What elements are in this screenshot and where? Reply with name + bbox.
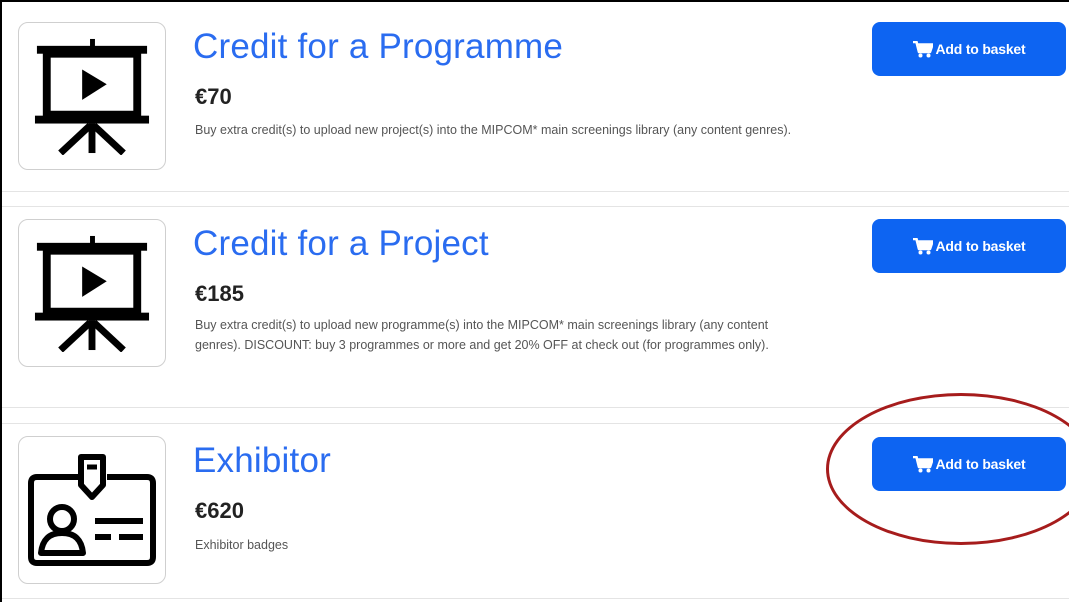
cart-icon (912, 455, 933, 472)
product-description: Buy extra credit(s) to upload new projec… (195, 123, 792, 137)
product-title[interactable]: Credit for a Project (193, 224, 489, 264)
divider (2, 191, 1069, 192)
divider (2, 423, 1069, 424)
presentation-screen-icon (34, 38, 150, 155)
id-badge-icon (28, 454, 156, 566)
product-title[interactable]: Exhibitor (193, 441, 331, 481)
add-to-basket-button[interactable]: Add to basket (872, 22, 1066, 76)
divider (2, 407, 1069, 408)
add-to-basket-button[interactable]: Add to basket (872, 219, 1066, 273)
product-price: €620 (195, 498, 244, 523)
presentation-screen-icon (34, 235, 150, 352)
product-description: Buy extra credit(s) to upload new progra… (195, 318, 769, 352)
product-price: €185 (195, 281, 244, 306)
divider (2, 206, 1069, 207)
button-label: Add to basket (935, 238, 1026, 254)
cart-icon (912, 237, 933, 254)
cart-icon (912, 40, 933, 57)
product-title[interactable]: Credit for a Programme (193, 27, 563, 67)
product-description: Exhibitor badges (195, 538, 289, 552)
product-thumbnail (18, 436, 166, 584)
product-thumbnail (18, 219, 166, 367)
divider (2, 598, 1069, 599)
button-label: Add to basket (935, 456, 1026, 472)
add-to-basket-button[interactable]: Add to basket (872, 437, 1066, 491)
product-thumbnail (18, 22, 166, 170)
button-label: Add to basket (935, 41, 1026, 57)
product-price: €70 (195, 84, 232, 109)
